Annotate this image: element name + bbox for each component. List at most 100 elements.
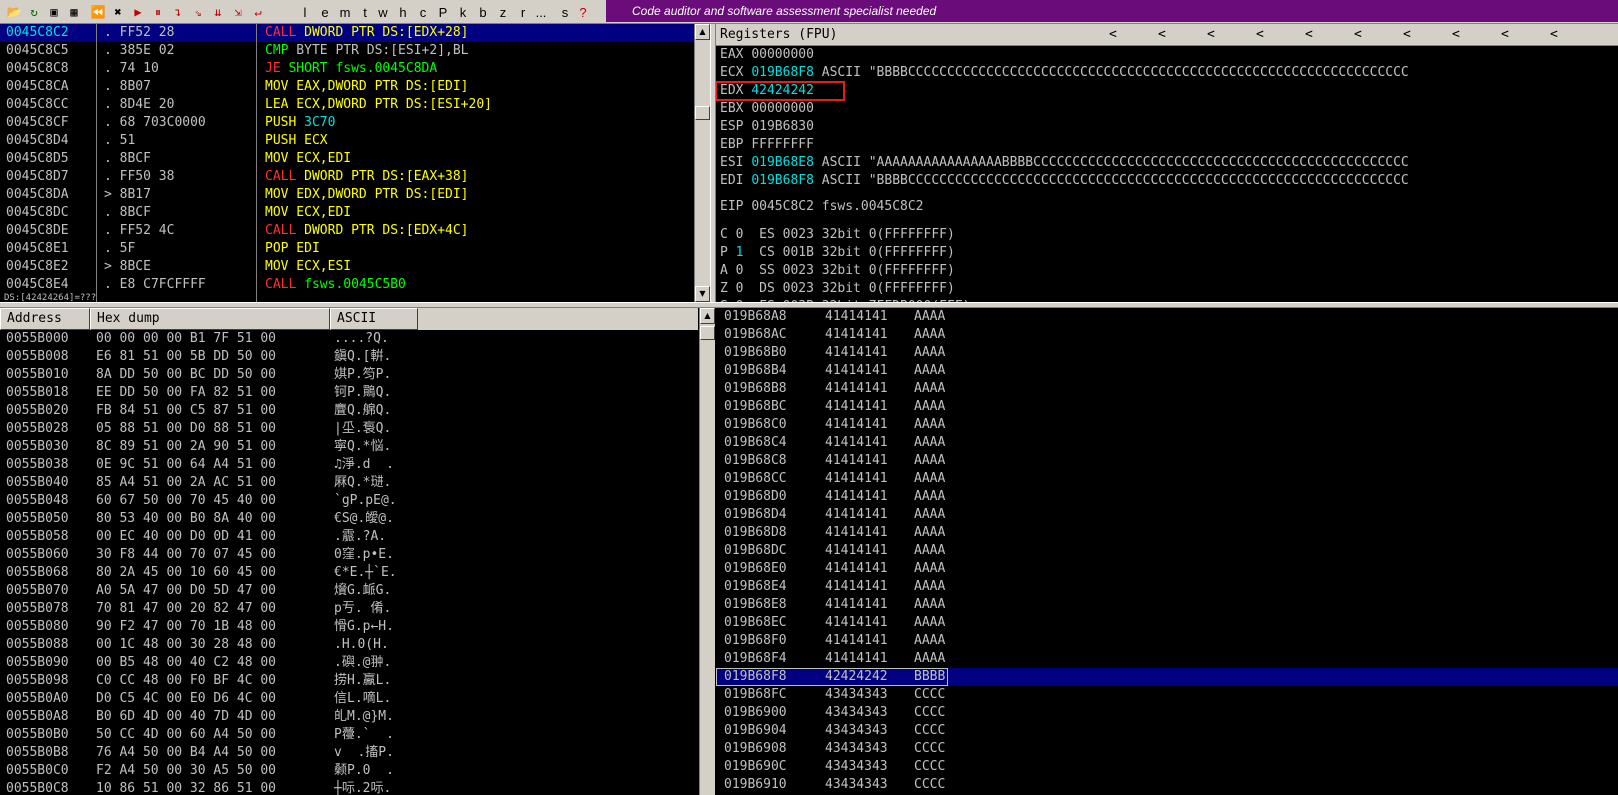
dump-row[interactable]: 0055B018 EE DD 50 00 FA 82 51 00 钶P.鷶Q. <box>0 384 698 402</box>
stack-row[interactable]: 019B68F0 41414141 AAAA <box>716 632 1618 650</box>
dump-row[interactable]: 0055B0B8 76 A4 50 00 B4 A4 50 00 v .搐P. <box>0 744 698 762</box>
stack-row[interactable]: 019B68B8 41414141 AAAA <box>716 380 1618 398</box>
memory-dump-pane[interactable]: Address Hex dump ASCII 0055B000 00 00 00 … <box>0 308 716 795</box>
stack-row[interactable]: 019B68AC 41414141 AAAA <box>716 326 1618 344</box>
stack-row[interactable]: 019B68DC 41414141 AAAA <box>716 542 1618 560</box>
window-button-5[interactable]: h <box>394 3 412 21</box>
disasm-row[interactable]: 0045C8DA > 8B17 MOV EDX,DWORD PTR DS:[EDI] <box>0 186 694 204</box>
stack-row[interactable]: 019B68F4 41414141 AAAA <box>716 650 1618 668</box>
register-eip[interactable]: EIP 0045C8C2 fsws.0045C8C2 <box>720 198 924 216</box>
dump-row[interactable]: 0055B0B0 50 CC 4D 00 60 A4 50 00 P蘉.` . <box>0 726 698 744</box>
window-button-11[interactable]: r <box>514 3 532 21</box>
flag-row[interactable]: Z 0 DS 0023 32bit 0(FFFFFFFF) <box>720 280 955 298</box>
register-scroll-arrow-icon[interactable]: < <box>1158 24 1166 46</box>
restart-icon[interactable]: ↻ <box>24 3 44 21</box>
stack-row[interactable]: 019B68B4 41414141 AAAA <box>716 362 1618 380</box>
stack-row[interactable]: 019B68D0 41414141 AAAA <box>716 488 1618 506</box>
dump-row[interactable]: 0055B050 80 53 40 00 B0 8A 40 00 €S@.皧@. <box>0 510 698 528</box>
stack-row[interactable]: 019B68B0 41414141 AAAA <box>716 344 1618 362</box>
disasm-row[interactable]: 0045C8E2 > 8BCE MOV ECX,ESI <box>0 258 694 276</box>
dump-row[interactable]: 0055B070 A0 5A 47 00 D0 5D 47 00 燲G.衇G. <box>0 582 698 600</box>
stop-icon[interactable]: ✖ <box>108 3 128 21</box>
close-program-icon[interactable]: ▣ <box>44 3 64 21</box>
window-button-0[interactable]: l <box>296 3 314 21</box>
stack-row[interactable]: 019B68EC 41414141 AAAA <box>716 614 1618 632</box>
register-scroll-arrow-icon[interactable]: < <box>1256 24 1264 46</box>
trace-over-icon[interactable]: ⇲ <box>228 3 248 21</box>
scroll-thumb[interactable] <box>700 326 715 340</box>
column-header-hex[interactable]: Hex dump <box>90 308 330 330</box>
stack-row[interactable]: 019B68BC 41414141 AAAA <box>716 398 1618 416</box>
flag-row[interactable]: P 1 CS 001B 32bit 0(FFFFFFFF) <box>720 244 955 262</box>
trace-into-icon[interactable]: ⇊ <box>208 3 228 21</box>
window-button-2[interactable]: m <box>336 3 354 21</box>
scroll-thumb[interactable] <box>695 106 710 120</box>
window-button-1[interactable]: e <box>316 3 334 21</box>
open-icon[interactable]: 📂 <box>4 3 24 21</box>
dump-row[interactable]: 0055B078 70 81 47 00 20 82 47 00 p亐. 倄. <box>0 600 698 618</box>
window-button-6[interactable]: c <box>414 3 432 21</box>
register-eax[interactable]: EAX 00000000 <box>720 46 814 64</box>
dump-row[interactable]: 0055B058 00 EC 40 00 D0 0D 41 00 .霢.?A. <box>0 528 698 546</box>
flag-row[interactable]: A 0 SS 0023 32bit 0(FFFFFFFF) <box>720 262 955 280</box>
register-value[interactable]: 00000000 <box>751 101 814 116</box>
dump-row[interactable]: 0055B040 85 A4 51 00 2A AC 51 00 厤Q.*琎. <box>0 474 698 492</box>
stack-row[interactable]: 019B6910 43434343 CCCC <box>716 776 1618 794</box>
register-value[interactable]: 019B68F8 <box>751 173 814 188</box>
stack-row[interactable]: 019B6908 43434343 CCCC <box>716 740 1618 758</box>
disasm-row[interactable]: 0045C8CF . 68 703C0000 PUSH 3C70 <box>0 114 694 132</box>
dump-row[interactable]: 0055B010 8A DD 50 00 BC DD 50 00 娸P.笉P. <box>0 366 698 384</box>
window-button-14[interactable]: ? <box>574 3 592 21</box>
stack-row[interactable]: 019B68CC 41414141 AAAA <box>716 470 1618 488</box>
dump-row[interactable]: 0055B090 00 B5 48 00 40 C2 48 00 .礖.@翀. <box>0 654 698 672</box>
dump-row[interactable]: 0055B028 05 88 51 00 D0 88 51 00 |坕.袌Q. <box>0 420 698 438</box>
register-scroll-arrow-icon[interactable]: < <box>1207 24 1215 46</box>
register-value[interactable]: 0045C8C2 <box>751 199 814 214</box>
window-button-9[interactable]: b <box>474 3 492 21</box>
flag-row[interactable]: C 0 ES 0023 32bit 0(FFFFFFFF) <box>720 226 955 244</box>
dump-row[interactable]: 0055B020 FB 84 51 00 C5 87 51 00 麆Q.艊Q. <box>0 402 698 420</box>
register-value[interactable]: 019B6830 <box>751 119 814 134</box>
scroll-down-icon[interactable]: ▼ <box>695 286 710 302</box>
dump-row[interactable]: 0055B0C8 10 86 51 00 32 86 51 00 ┼呩.2呩. <box>0 780 698 795</box>
register-scroll-arrow-icon[interactable]: < <box>1452 24 1460 46</box>
stack-row[interactable]: 019B68FC 43434343 CCCC <box>716 686 1618 704</box>
pause-icon[interactable]: ⏸ <box>148 3 168 21</box>
register-edi[interactable]: EDI 019B68F8 ASCII "BBBBCCCCCCCCCCCCCCCC… <box>720 172 1409 190</box>
column-header-ascii[interactable]: ASCII <box>330 308 418 330</box>
stack-row[interactable]: 019B68D4 41414141 AAAA <box>716 506 1618 524</box>
register-ecx[interactable]: ECX 019B68F8 ASCII "BBBBCCCCCCCCCCCCCCCC… <box>720 64 1409 82</box>
register-scroll-arrow-icon[interactable]: < <box>1550 24 1558 46</box>
dump-row[interactable]: 0055B068 80 2A 45 00 10 60 45 00 €*E.┼`E. <box>0 564 698 582</box>
register-scroll-arrow-icon[interactable]: < <box>1403 24 1411 46</box>
dump-row[interactable]: 0055B0A0 D0 C5 4C 00 E0 D6 4C 00 信L.嘀L. <box>0 690 698 708</box>
stack-row[interactable]: 019B68C0 41414141 AAAA <box>716 416 1618 434</box>
register-value[interactable]: 019B68F8 <box>751 65 814 80</box>
view-icon[interactable]: ▦ <box>64 3 84 21</box>
dump-row[interactable]: 0055B0A8 B0 6D 4D 00 40 7D 4D 00 癿M.@}M. <box>0 708 698 726</box>
stack-row[interactable]: 019B68E8 41414141 AAAA <box>716 596 1618 614</box>
dump-scrollbar[interactable]: ▲ <box>699 308 715 795</box>
step-over-icon[interactable]: ⇘ <box>188 3 208 21</box>
disasm-row[interactable]: 0045C8D4 . 51 PUSH ECX <box>0 132 694 150</box>
register-scroll-arrow-icon[interactable]: < <box>1109 24 1117 46</box>
disasm-row[interactable]: 0045C8D5 . 8BCF MOV ECX,EDI <box>0 150 694 168</box>
register-value[interactable]: 019B68E8 <box>751 155 814 170</box>
disasm-row[interactable]: 0045C8C5 . 385E 02 CMP BYTE PTR DS:[ESI+2]… <box>0 42 694 60</box>
register-scroll-arrow-icon[interactable]: < <box>1501 24 1509 46</box>
registers-pane[interactable]: Registers (FPU) < < < < < < < < < < EAX 00000000 E… <box>716 24 1618 302</box>
dump-row[interactable]: 0055B030 8C 89 51 00 2A 90 51 00 寜Q.*悩. <box>0 438 698 456</box>
stack-row[interactable]: 019B68E0 41414141 AAAA <box>716 560 1618 578</box>
dump-row[interactable]: 0055B008 E6 81 51 00 5B DD 50 00 鎭Q.[輧. <box>0 348 698 366</box>
cpu-scrollbar[interactable]: ▲ ▼ <box>694 24 710 302</box>
registers-header[interactable]: Registers (FPU) < < < < < < < < < < <box>716 24 1618 46</box>
register-value[interactable]: 00000000 <box>751 47 814 62</box>
dump-row[interactable]: 0055B088 00 1C 48 00 30 28 48 00 .H.0(H. <box>0 636 698 654</box>
scroll-up-icon[interactable]: ▲ <box>695 24 710 40</box>
rewind-icon[interactable]: ⏪ <box>88 3 108 21</box>
register-ebp[interactable]: EBP FFFFFFFF <box>720 136 814 154</box>
register-esp[interactable]: ESP 019B6830 <box>720 118 814 136</box>
column-header-address[interactable]: Address <box>0 308 90 330</box>
window-button-7[interactable]: P <box>434 3 452 21</box>
disasm-row[interactable]: 0045C8CC . 8D4E 20 LEA ECX,DWORD PTR DS:[E… <box>0 96 694 114</box>
